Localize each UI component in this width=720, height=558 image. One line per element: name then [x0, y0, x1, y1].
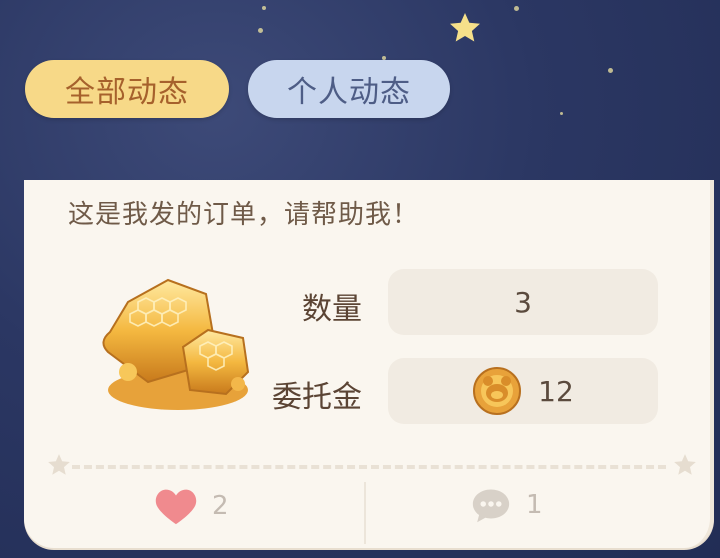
tab-personal-feed[interactable]: 个人动态 — [248, 60, 450, 118]
sparkle-dot — [608, 68, 613, 73]
quantity-value-box: 3 — [388, 269, 658, 335]
like-count: 2 — [212, 491, 229, 521]
reward-label: 委托金 — [272, 380, 362, 415]
comment-count: 1 — [526, 490, 543, 520]
action-separator — [364, 482, 366, 544]
star-icon — [674, 454, 696, 475]
heart-icon — [155, 489, 197, 525]
sparkle-dot — [560, 112, 563, 115]
sparkle-dot — [258, 28, 263, 33]
quantity-label: 数量 — [302, 292, 362, 327]
sparkle-dot — [514, 6, 519, 11]
reward-value-box: 12 — [388, 358, 658, 424]
order-message: 这是我发的订单，请帮助我！ — [68, 200, 420, 230]
tab-all-feed[interactable]: 全部动态 — [25, 60, 229, 118]
sparkle-dot — [262, 6, 266, 10]
like-button[interactable]: 2 — [154, 486, 229, 526]
star-icon — [48, 454, 70, 475]
dashed-divider — [72, 465, 666, 469]
star-icon — [450, 13, 480, 42]
comment-button[interactable]: 1 — [470, 486, 543, 524]
comment-icon — [472, 489, 510, 523]
reward-value: 12 — [538, 374, 574, 408]
bear-coin-icon — [473, 367, 522, 415]
quantity-value: 3 — [514, 285, 532, 319]
order-card: 这是我发的订单，请帮助我！ 数量 3 委托金 12 2 1 — [24, 180, 714, 548]
